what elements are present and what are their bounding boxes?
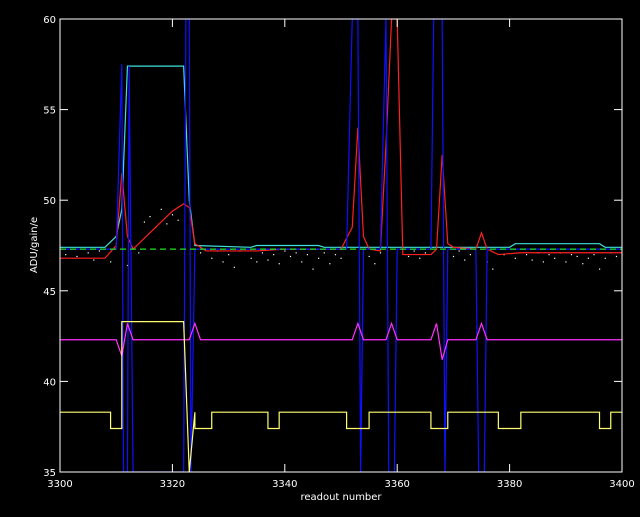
scatter-point: [452, 255, 455, 258]
scatter-point: [233, 266, 235, 268]
scatter-point: [525, 254, 528, 256]
x-tick-label: 3380: [497, 479, 522, 490]
scatter-point: [599, 268, 601, 270]
scatter-point: [278, 263, 280, 265]
scatter-point: [256, 261, 258, 263]
scatter-point: [160, 208, 162, 210]
scatter-point: [582, 263, 584, 265]
scatter-point: [261, 252, 264, 254]
scatter-point: [273, 254, 275, 256]
scatter-point: [576, 255, 578, 258]
scatter-point: [143, 221, 145, 223]
scatter-point: [413, 250, 415, 252]
x-tick-label: 3340: [272, 479, 297, 490]
scatter-point: [323, 252, 325, 254]
scatter-point: [222, 261, 224, 263]
chart-svg: 3300 3320 3340 3360 3380 3400 35 40 45 50 55 60 re…: [0, 0, 640, 512]
scatter-point: [87, 252, 89, 254]
x-tick-label: 3400: [609, 479, 634, 490]
scatter-point: [295, 252, 297, 254]
scatter-point: [419, 257, 421, 259]
scatter-point: [171, 214, 174, 216]
scatter-point: [531, 259, 533, 261]
scatter-point: [177, 219, 179, 221]
scatter-point: [570, 254, 573, 256]
scatter-point: [98, 250, 101, 252]
y-tick-label: 40: [43, 377, 56, 388]
scatter-point: [469, 254, 471, 256]
scatter-point: [138, 252, 140, 254]
x-axis-label: readout number: [300, 492, 382, 503]
chart-background: [0, 0, 640, 512]
scatter-point: [318, 257, 320, 259]
scatter-point: [267, 259, 269, 261]
y-tick-label: 60: [43, 15, 56, 26]
scatter-point: [312, 268, 314, 270]
scatter-point: [149, 216, 151, 218]
x-tick-label: 3320: [160, 479, 185, 490]
scatter-point: [65, 254, 67, 256]
scatter-point: [334, 254, 337, 256]
scatter-point: [554, 257, 556, 259]
scatter-point: [166, 223, 168, 225]
scatter-point: [424, 252, 426, 254]
chart-area: 3300 3320 3340 3360 3380 3400 35 40 45 50 55 60 re…: [0, 0, 640, 512]
scatter-point: [593, 254, 595, 256]
scatter-point: [565, 261, 567, 263]
x-tick-label: 3300: [47, 479, 72, 490]
scatter-point: [306, 254, 308, 256]
scatter-point: [379, 252, 382, 254]
scatter-point: [301, 261, 303, 263]
scatter-point: [464, 259, 466, 261]
scatter-point: [200, 252, 202, 254]
x-tick-label: 3360: [384, 479, 409, 490]
scatter-point: [289, 255, 292, 258]
y-tick-label: 35: [43, 468, 56, 479]
scatter-point: [374, 263, 376, 265]
y-tick-label: 45: [43, 287, 56, 298]
scatter-point: [492, 268, 494, 270]
scatter-point: [514, 257, 516, 259]
scatter-point: [407, 255, 410, 258]
scatter-point: [604, 257, 606, 259]
scatter-point: [284, 250, 286, 252]
scatter-point: [250, 257, 252, 259]
scatter-point: [615, 255, 618, 258]
scatter-point: [110, 261, 112, 263]
scatter-point: [587, 257, 589, 259]
y-tick-label: 50: [43, 196, 56, 207]
scatter-point: [368, 255, 370, 258]
scatter-point: [458, 250, 460, 252]
scatter-point: [76, 255, 78, 258]
scatter-point: [93, 259, 95, 261]
scatter-point: [228, 254, 230, 256]
scatter-point: [542, 261, 545, 263]
y-axis-label: ADU/gain/e: [29, 217, 40, 273]
y-tick-label: 55: [43, 106, 56, 117]
scatter-point: [329, 263, 331, 265]
scatter-point: [548, 254, 550, 256]
scatter-point: [211, 257, 213, 259]
scatter-point: [340, 257, 342, 259]
